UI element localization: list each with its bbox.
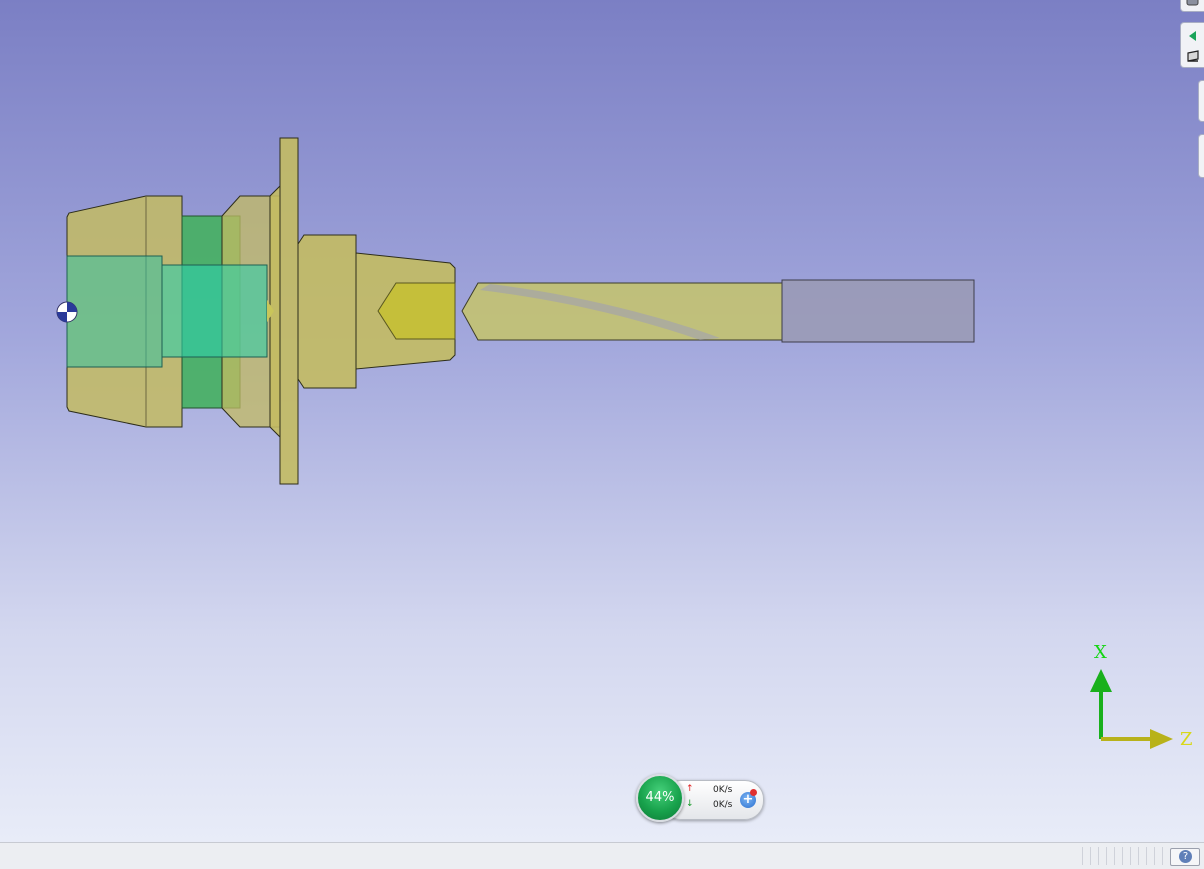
axis-x-label: X	[1094, 642, 1107, 663]
inner-collet-core	[161, 264, 268, 358]
cpu-percent: 44%	[645, 790, 675, 805]
upload-rate-row: ↑ 0K/s	[686, 784, 736, 799]
axis-triad	[1090, 669, 1173, 749]
camera-icon	[1186, 0, 1199, 6]
help-icon: ?	[1179, 850, 1192, 863]
status-bar-grip	[1082, 847, 1164, 865]
cpu-gauge[interactable]: 44%	[636, 774, 684, 822]
right-toolbar	[1178, 0, 1204, 200]
toolbar-tab-camera[interactable]	[1180, 0, 1204, 12]
help-button[interactable]: ?	[1170, 848, 1200, 866]
download-rate-row: ↓ 0K/s	[686, 799, 736, 814]
origin-marker-icon	[56, 301, 78, 323]
inner-collet	[66, 255, 163, 368]
holder-flange	[269, 137, 299, 485]
toolbar-tab-collapsed-1[interactable]	[1198, 80, 1204, 122]
box-icon[interactable]	[1185, 49, 1201, 63]
download-arrow-icon: ↓	[686, 799, 694, 809]
tool-assembly-model	[56, 137, 1173, 749]
status-bar: ?	[0, 842, 1204, 869]
upload-rate: 0K/s	[713, 785, 733, 795]
notification-dot	[750, 789, 757, 796]
toolbar-tab-view[interactable]	[1180, 22, 1204, 68]
drill-shank	[781, 279, 975, 343]
download-rate: 0K/s	[713, 800, 733, 810]
3d-viewport[interactable]: X Z 44% ↑ 0K/s ↓ 0K/s +	[0, 0, 1204, 842]
toolbar-tab-collapsed-2[interactable]	[1198, 134, 1204, 178]
upload-arrow-icon: ↑	[686, 784, 694, 794]
axis-z-label: Z	[1180, 729, 1193, 750]
nav-left-icon[interactable]	[1185, 29, 1201, 43]
network-meter-widget[interactable]: 44% ↑ 0K/s ↓ 0K/s +	[636, 773, 764, 823]
holder-neck	[297, 234, 357, 389]
